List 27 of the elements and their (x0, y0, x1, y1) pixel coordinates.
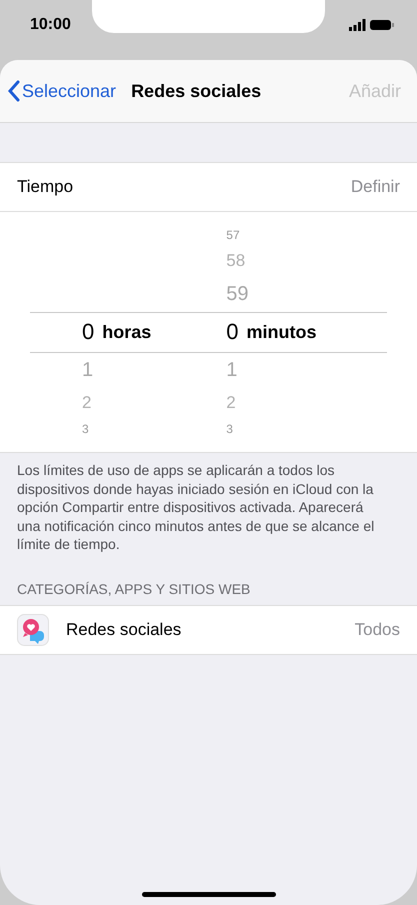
unit-label: horas (102, 322, 152, 342)
category-label: Redes sociales (66, 620, 182, 640)
back-button[interactable]: Seleccionar (8, 80, 116, 102)
time-label: Tiempo (17, 177, 74, 197)
picker-value[interactable]: 2 (226, 393, 236, 413)
picker-value[interactable]: 59 (226, 282, 249, 306)
status-time: 10:00 (30, 16, 71, 34)
picker-selected-value[interactable]: 0 (226, 319, 239, 345)
section-header: CATEGORÍAS, APPS Y SITIOS WEB (16, 580, 252, 598)
picker-value[interactable]: 57 (226, 228, 240, 242)
picker-value[interactable]: 3 (82, 422, 89, 436)
chevron-left-icon (8, 80, 20, 102)
chat-bubbles-icon (17, 614, 49, 646)
picker-value[interactable]: 1 (226, 358, 238, 382)
picker-value[interactable]: 1 (82, 358, 94, 382)
picker-value[interactable]: 2 (82, 393, 92, 413)
signal-battery-icon (349, 19, 395, 31)
category-value: Todos (354, 620, 400, 640)
picker-selected-value[interactable]: 0 (82, 319, 94, 345)
screen-title: Redes sociales (131, 80, 262, 102)
define-link[interactable]: Definir (350, 177, 400, 197)
footer-note: Los límites de uso de apps se aplicarán a todos los dispositivos donde hayas iniciado sesión en iCloud con la opción Compartir entre dispositivos activada. Aparecerá una notificación cinco minutos antes de que se alcance el límite de tiempo. (16, 461, 376, 554)
unit-label: minutos (246, 322, 317, 342)
time-picker[interactable]: 0 horas 1 2 3 57 58 59 0 minutos 1 2 3 (0, 211, 417, 452)
category-row[interactable]: Redes sociales Todos (0, 604, 417, 654)
picker-value[interactable]: 3 (226, 422, 233, 436)
picker-value[interactable]: 58 (226, 251, 246, 271)
